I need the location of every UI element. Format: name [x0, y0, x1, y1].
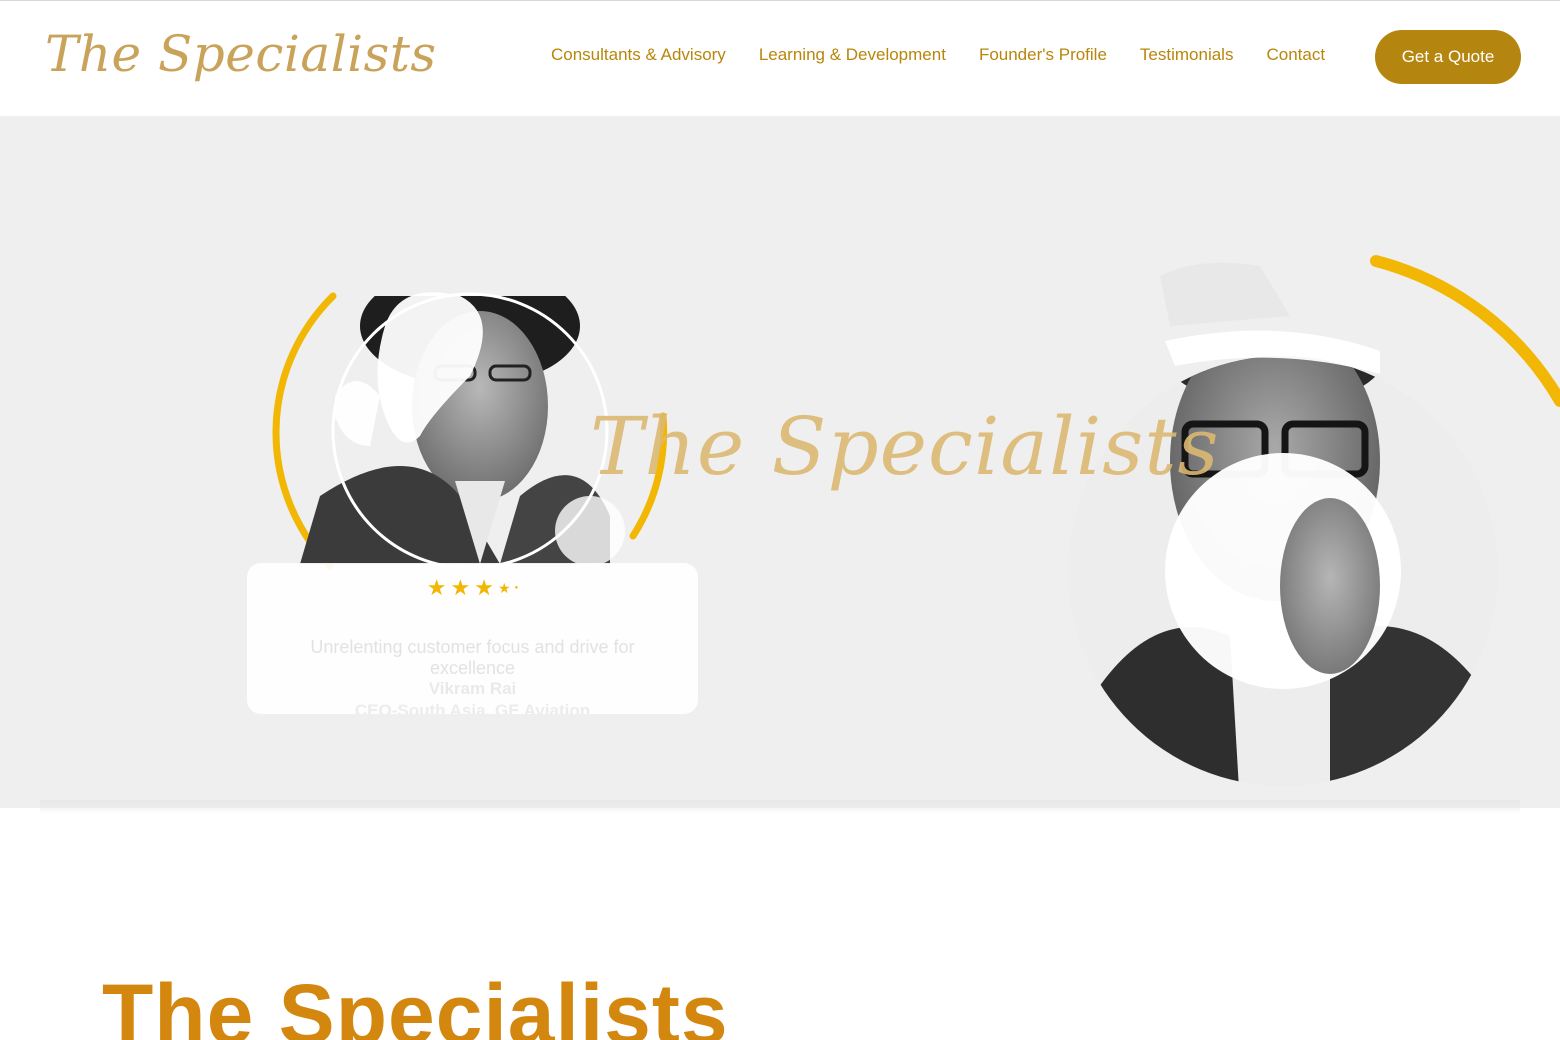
main-nav: Consultants & Advisory Learning & Develo…: [551, 45, 1325, 65]
testimonial-author: Vikram Rai: [428, 679, 517, 698]
star-icon: ★: [426, 575, 447, 600]
star-icon: ★: [450, 575, 471, 600]
rating-stars: ★ ★ ★ ★ ●: [247, 577, 698, 599]
site-logo[interactable]: The Specialists: [45, 25, 437, 83]
nav-link-learning-development[interactable]: Learning & Development: [759, 45, 946, 65]
site-header: The Specialists Consultants & Advisory L…: [0, 0, 1560, 116]
right-accent-arc: [1370, 255, 1560, 407]
hero-bottom-shadow: [40, 800, 1520, 814]
hero-section: The Specialists ★ ★ ★ ★ ● Unrelenting cu…: [0, 116, 1560, 808]
nav-link-consultants-advisory[interactable]: Consultants & Advisory: [551, 45, 726, 65]
star-icon: ★: [474, 575, 494, 600]
section-title: The Specialists: [102, 967, 729, 1040]
nav-link-contact[interactable]: Contact: [1266, 45, 1325, 65]
star-icon: ★: [498, 580, 511, 596]
testimonial-card: ★ ★ ★ ★ ● Unrelenting customer focus and…: [247, 563, 698, 714]
get-a-quote-button[interactable]: Get a Quote: [1375, 30, 1521, 84]
nav-link-founders-profile[interactable]: Founder's Profile: [979, 45, 1107, 65]
star-icon: ●: [514, 585, 519, 591]
hero-logo-watermark: The Specialists: [590, 400, 1220, 493]
testimonial-quote: Unrelenting customer focus and drive for…: [310, 637, 635, 678]
testimonial-role: CEO-South Asia, GE Aviation: [354, 701, 591, 714]
nav-link-testimonials[interactable]: Testimonials: [1140, 45, 1234, 65]
